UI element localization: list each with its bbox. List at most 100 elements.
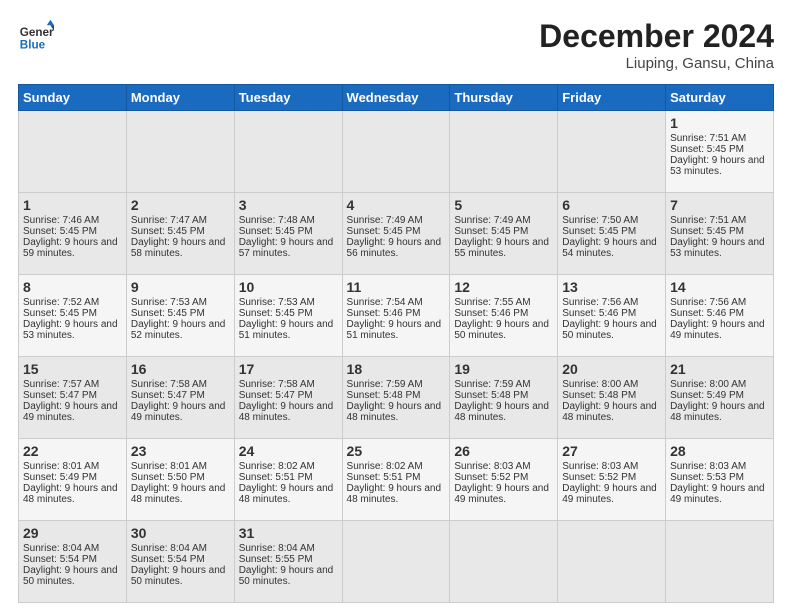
day-number: 21 <box>670 361 769 377</box>
calendar-cell: 12Sunrise: 7:55 AMSunset: 5:46 PMDayligh… <box>450 275 558 357</box>
calendar-cell <box>126 111 234 193</box>
calendar-cell: 20Sunrise: 8:00 AMSunset: 5:48 PMDayligh… <box>558 357 666 439</box>
sunset-text: Sunset: 5:47 PM <box>131 390 230 401</box>
logo-icon: General Blue <box>18 18 54 54</box>
month-title: December 2024 <box>539 18 774 55</box>
daylight-text: Daylight: 9 hours and 59 minutes. <box>23 237 122 259</box>
daylight-text: Daylight: 9 hours and 48 minutes. <box>239 483 338 505</box>
sunrise-text: Sunrise: 8:01 AM <box>23 461 122 472</box>
daylight-text: Daylight: 9 hours and 53 minutes. <box>670 237 769 259</box>
dow-header: Thursday <box>450 85 558 111</box>
dow-header: Monday <box>126 85 234 111</box>
calendar-cell <box>342 521 450 603</box>
daylight-text: Daylight: 9 hours and 58 minutes. <box>131 237 230 259</box>
page-container: General Blue December 2024 Liuping, Gans… <box>0 0 792 613</box>
calendar-week-row: 29Sunrise: 8:04 AMSunset: 5:54 PMDayligh… <box>19 521 774 603</box>
day-number: 15 <box>23 361 122 377</box>
dow-header: Wednesday <box>342 85 450 111</box>
daylight-text: Daylight: 9 hours and 55 minutes. <box>454 237 553 259</box>
day-number: 11 <box>347 279 446 295</box>
day-number: 23 <box>131 443 230 459</box>
day-number: 13 <box>562 279 661 295</box>
calendar-cell: 29Sunrise: 8:04 AMSunset: 5:54 PMDayligh… <box>19 521 127 603</box>
sunrise-text: Sunrise: 8:00 AM <box>670 379 769 390</box>
daylight-text: Daylight: 9 hours and 50 minutes. <box>562 319 661 341</box>
calendar-cell: 13Sunrise: 7:56 AMSunset: 5:46 PMDayligh… <box>558 275 666 357</box>
sunset-text: Sunset: 5:45 PM <box>670 226 769 237</box>
calendar-cell: 7Sunrise: 7:51 AMSunset: 5:45 PMDaylight… <box>666 193 774 275</box>
day-number: 29 <box>23 525 122 541</box>
sunset-text: Sunset: 5:45 PM <box>239 308 338 319</box>
day-number: 8 <box>23 279 122 295</box>
daylight-text: Daylight: 9 hours and 48 minutes. <box>347 483 446 505</box>
daylight-text: Daylight: 9 hours and 49 minutes. <box>670 319 769 341</box>
day-number: 20 <box>562 361 661 377</box>
sunrise-text: Sunrise: 8:02 AM <box>239 461 338 472</box>
daylight-text: Daylight: 9 hours and 49 minutes. <box>670 483 769 505</box>
calendar-cell: 18Sunrise: 7:59 AMSunset: 5:48 PMDayligh… <box>342 357 450 439</box>
calendar-cell: 15 Sunrise: 7:57 AMSunset: 5:47 PMDayligh… <box>19 357 127 439</box>
daylight-text: Daylight: 9 hours and 48 minutes. <box>131 483 230 505</box>
day-number: 1 <box>670 115 769 131</box>
day-number: 7 <box>670 197 769 213</box>
sunrise-text: Sunrise: 7:54 AM <box>347 297 446 308</box>
day-number: 12 <box>454 279 553 295</box>
sunrise-text: Sunrise: 7:58 AM <box>239 379 338 390</box>
sunset-text: Sunset: 5:47 PM <box>23 390 122 401</box>
calendar-cell: 4Sunrise: 7:49 AMSunset: 5:45 PMDaylight… <box>342 193 450 275</box>
calendar-cell: 17Sunrise: 7:58 AMSunset: 5:47 PMDayligh… <box>234 357 342 439</box>
sunset-text: Sunset: 5:48 PM <box>562 390 661 401</box>
sunset-text: Sunset: 5:47 PM <box>239 390 338 401</box>
day-number: 6 <box>562 197 661 213</box>
daylight-text: Daylight: 9 hours and 51 minutes. <box>239 319 338 341</box>
calendar-week-row: 1Sunrise: 7:51 AMSunset: 5:45 PMDaylight… <box>19 111 774 193</box>
sunset-text: Sunset: 5:51 PM <box>347 472 446 483</box>
sunset-text: Sunset: 5:46 PM <box>454 308 553 319</box>
sunrise-text: Sunrise: 8:04 AM <box>239 543 338 554</box>
sunrise-text: Sunrise: 7:58 AM <box>131 379 230 390</box>
daylight-text: Daylight: 9 hours and 50 minutes. <box>23 565 122 587</box>
sunrise-text: Sunrise: 7:47 AM <box>131 215 230 226</box>
calendar-cell: 31Sunrise: 8:04 AMSunset: 5:55 PMDayligh… <box>234 521 342 603</box>
calendar-cell: 19Sunrise: 7:59 AMSunset: 5:48 PMDayligh… <box>450 357 558 439</box>
location: Liuping, Gansu, China <box>539 55 774 72</box>
sunset-text: Sunset: 5:45 PM <box>562 226 661 237</box>
svg-text:General: General <box>20 26 54 39</box>
calendar-week-row: 8Sunrise: 7:52 AMSunset: 5:45 PMDaylight… <box>19 275 774 357</box>
sunrise-text: Sunrise: 7:52 AM <box>23 297 122 308</box>
calendar-cell: 8Sunrise: 7:52 AMSunset: 5:45 PMDaylight… <box>19 275 127 357</box>
calendar-cell: 23Sunrise: 8:01 AMSunset: 5:50 PMDayligh… <box>126 439 234 521</box>
calendar-cell <box>558 111 666 193</box>
calendar-cell <box>666 521 774 603</box>
daylight-text: Daylight: 9 hours and 52 minutes. <box>131 319 230 341</box>
calendar-cell: 27Sunrise: 8:03 AMSunset: 5:52 PMDayligh… <box>558 439 666 521</box>
calendar-cell <box>450 521 558 603</box>
sunset-text: Sunset: 5:45 PM <box>131 226 230 237</box>
sunrise-text: Sunrise: 8:04 AM <box>131 543 230 554</box>
daylight-text: Daylight: 9 hours and 49 minutes. <box>23 401 122 423</box>
title-block: December 2024 Liuping, Gansu, China <box>539 18 774 72</box>
sunrise-text: Sunrise: 8:01 AM <box>131 461 230 472</box>
day-number: 3 <box>239 197 338 213</box>
calendar-cell: 3Sunrise: 7:48 AMSunset: 5:45 PMDaylight… <box>234 193 342 275</box>
calendar-cell: 1Sunrise: 7:46 AMSunset: 5:45 PMDaylight… <box>19 193 127 275</box>
calendar-cell <box>19 111 127 193</box>
day-number: 25 <box>347 443 446 459</box>
sunset-text: Sunset: 5:46 PM <box>562 308 661 319</box>
sunset-text: Sunset: 5:45 PM <box>131 308 230 319</box>
calendar-week-row: 1Sunrise: 7:46 AMSunset: 5:45 PMDaylight… <box>19 193 774 275</box>
sunrise-text: Sunrise: 7:55 AM <box>454 297 553 308</box>
calendar-cell: 9Sunrise: 7:53 AMSunset: 5:45 PMDaylight… <box>126 275 234 357</box>
day-number: 18 <box>347 361 446 377</box>
day-number: 30 <box>131 525 230 541</box>
sunrise-text: Sunrise: 7:56 AM <box>670 297 769 308</box>
calendar-cell: 28Sunrise: 8:03 AMSunset: 5:53 PMDayligh… <box>666 439 774 521</box>
sunrise-text: Sunrise: 7:50 AM <box>562 215 661 226</box>
day-number: 9 <box>131 279 230 295</box>
sunrise-text: Sunrise: 7:57 AM <box>23 379 122 390</box>
daylight-text: Daylight: 9 hours and 48 minutes. <box>454 401 553 423</box>
daylight-text: Daylight: 9 hours and 49 minutes. <box>131 401 230 423</box>
daylight-text: Daylight: 9 hours and 56 minutes. <box>347 237 446 259</box>
sunrise-text: Sunrise: 8:03 AM <box>562 461 661 472</box>
sunrise-text: Sunrise: 8:04 AM <box>23 543 122 554</box>
